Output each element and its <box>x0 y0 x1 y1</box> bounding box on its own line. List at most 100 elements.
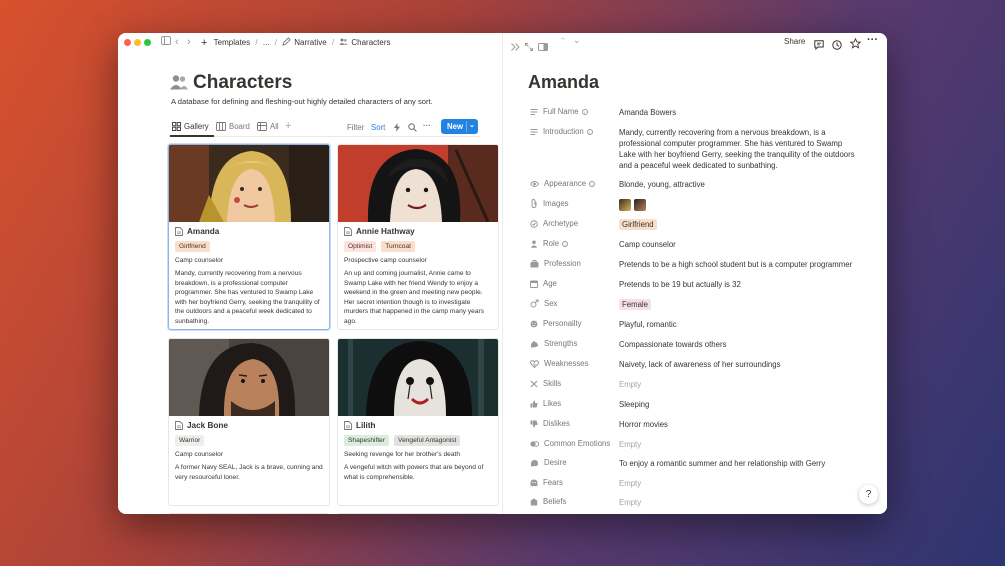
back-arrow-icon[interactable]: ‹ <box>175 36 179 48</box>
tag-badge: Turncoat <box>381 241 415 252</box>
property-label: Weaknesses <box>544 359 589 368</box>
side-peek-icon[interactable] <box>538 38 548 56</box>
property-dislikes[interactable]: Dislikes Horror movies <box>530 419 668 430</box>
card-cover-image <box>169 339 329 416</box>
property-images[interactable]: Images <box>530 199 649 211</box>
help-button[interactable]: ? <box>859 485 878 504</box>
property-age[interactable]: Age Pretends to be 19 but actually is 32 <box>530 279 741 290</box>
property-fears[interactable]: Fears Empty <box>530 478 641 489</box>
property-strengths[interactable]: Strengths Compassionate towards others <box>530 339 726 350</box>
search-icon[interactable] <box>408 123 417 134</box>
card-role: Seeking revenge for her brother's death <box>344 451 460 458</box>
gallery-card-jack-bone[interactable]: Jack Bone Warrior Camp counselor A forme… <box>168 338 330 506</box>
new-page-icon[interactable]: + <box>201 37 207 49</box>
property-value: Pretends to be 19 but actually is 32 <box>619 280 741 289</box>
jack-portrait-image <box>169 339 329 416</box>
add-view-icon[interactable]: + <box>285 120 291 132</box>
sidebar-toggle-icon[interactable] <box>161 36 171 48</box>
eye-icon <box>530 180 539 187</box>
thumbs-up-icon <box>530 400 538 407</box>
property-value: To enjoy a romantic summer and her relat… <box>619 459 826 468</box>
tab-gallery-label: Gallery <box>184 122 209 131</box>
property-appearance[interactable]: Appearance i Blonde, young, attractive <box>530 179 705 190</box>
property-label: Beliefs <box>543 497 567 506</box>
paperclip-icon <box>531 199 537 208</box>
minimize-window-button[interactable] <box>134 39 141 46</box>
new-button[interactable]: New ⌄ <box>441 119 478 134</box>
page-description: A database for defining and fleshing-out… <box>171 97 433 106</box>
gallery-card-annie-hathway[interactable]: Annie Hathway Optimist Turncoat Prospect… <box>337 144 499 330</box>
history-icon[interactable] <box>832 37 842 55</box>
property-weaknesses[interactable]: Weaknesses Naivety, lack of awareness of… <box>530 359 781 370</box>
tab-board[interactable]: Board <box>216 122 250 131</box>
lilith-portrait-image <box>338 339 498 416</box>
peek-topbar: ⌃ ⌄ Share ··· <box>503 33 887 53</box>
tab-all[interactable]: All <box>257 122 279 131</box>
gallery-card-partial[interactable] <box>337 513 499 514</box>
new-button-divider <box>466 121 467 132</box>
star-icon[interactable] <box>849 36 862 54</box>
property-likes[interactable]: Likes Sleeping <box>530 399 649 410</box>
property-profession[interactable]: Profession Pretends to be a high school … <box>530 259 852 270</box>
card-cover-image <box>338 145 498 222</box>
more-options-icon[interactable]: ··· <box>423 121 431 130</box>
info-icon[interactable]: i <box>581 108 588 115</box>
property-beliefs[interactable]: Beliefs Empty <box>530 497 641 508</box>
info-icon[interactable]: i <box>586 128 593 135</box>
property-common-emotions[interactable]: Common Emotions Empty <box>530 439 641 450</box>
tab-board-label: Board <box>229 122 250 131</box>
thumbs-down-icon <box>530 420 538 427</box>
property-label: Common Emotions <box>544 439 611 448</box>
expand-icon[interactable] <box>525 38 533 56</box>
property-archetype[interactable]: Archetype Girlfriend <box>530 219 657 230</box>
property-value: Camp counselor <box>619 240 676 249</box>
property-label: Introduction <box>543 127 584 136</box>
gallery-card-amanda[interactable]: Amanda Girlfriend Camp counselor Mandy, … <box>168 144 330 330</box>
property-label: Age <box>543 279 557 288</box>
breadcrumb-ellipsis[interactable]: ... <box>263 38 270 47</box>
image-thumbnail[interactable] <box>634 199 646 211</box>
breadcrumb-separator: / <box>255 38 258 47</box>
property-desire[interactable]: Desire To enjoy a romantic summer and he… <box>530 458 825 469</box>
close-window-button[interactable] <box>124 39 131 46</box>
automation-icon[interactable] <box>394 123 400 134</box>
forward-arrow-icon[interactable]: › <box>187 36 191 48</box>
close-peek-icon[interactable] <box>511 38 520 56</box>
more-options-icon[interactable]: ··· <box>867 34 878 46</box>
app-window: ‹ › + Templates / ... / Narrative / Char… <box>118 33 887 514</box>
image-thumbnail[interactable] <box>619 199 631 211</box>
property-value: Pretends to be a high school student but… <box>619 260 853 269</box>
tab-all-label: All <box>270 122 279 131</box>
tab-gallery[interactable]: Gallery <box>172 122 209 131</box>
breadcrumb-templates[interactable]: Templates <box>214 38 250 47</box>
strength-icon <box>530 340 538 347</box>
breadcrumb-narrative[interactable]: Narrative <box>282 37 327 47</box>
breadcrumb-characters[interactable]: Characters <box>339 37 391 47</box>
property-label: Sex <box>544 299 558 308</box>
property-value: Empty <box>619 498 642 507</box>
property-full-name[interactable]: Full Name i Amanda Bowers <box>530 107 859 118</box>
comment-icon[interactable] <box>814 37 824 55</box>
property-role[interactable]: Role i Camp counselor <box>530 239 676 250</box>
next-record-icon[interactable]: ⌄ <box>573 35 581 46</box>
info-icon[interactable]: i <box>589 180 596 187</box>
property-sex[interactable]: Sex Female <box>530 299 651 310</box>
filter-button[interactable]: Filter <box>347 123 364 132</box>
property-value: Playful, romantic <box>619 320 677 329</box>
share-button[interactable]: Share <box>784 37 805 46</box>
property-skills[interactable]: Skills Empty <box>530 379 641 390</box>
sort-button[interactable]: Sort <box>371 123 385 132</box>
gallery-card-partial[interactable] <box>168 513 330 514</box>
property-label: Full Name <box>543 107 579 116</box>
calendar-icon <box>530 280 538 288</box>
info-icon[interactable]: i <box>562 240 569 247</box>
property-introduction[interactable]: Introduction i Mandy, currently recoverin… <box>530 127 859 171</box>
property-personality[interactable]: Personailty Playful, romantic <box>530 319 677 330</box>
weakness-icon <box>530 359 539 368</box>
table-icon <box>257 122 267 131</box>
previous-record-icon[interactable]: ⌃ <box>559 36 567 47</box>
gallery-card-lilith[interactable]: Lilith Shapeshifter Vengeful Antagonist … <box>337 338 499 506</box>
maximize-window-button[interactable] <box>144 39 151 46</box>
chevron-down-icon[interactable]: ⌄ <box>469 121 475 129</box>
property-label: Likes <box>543 399 562 408</box>
